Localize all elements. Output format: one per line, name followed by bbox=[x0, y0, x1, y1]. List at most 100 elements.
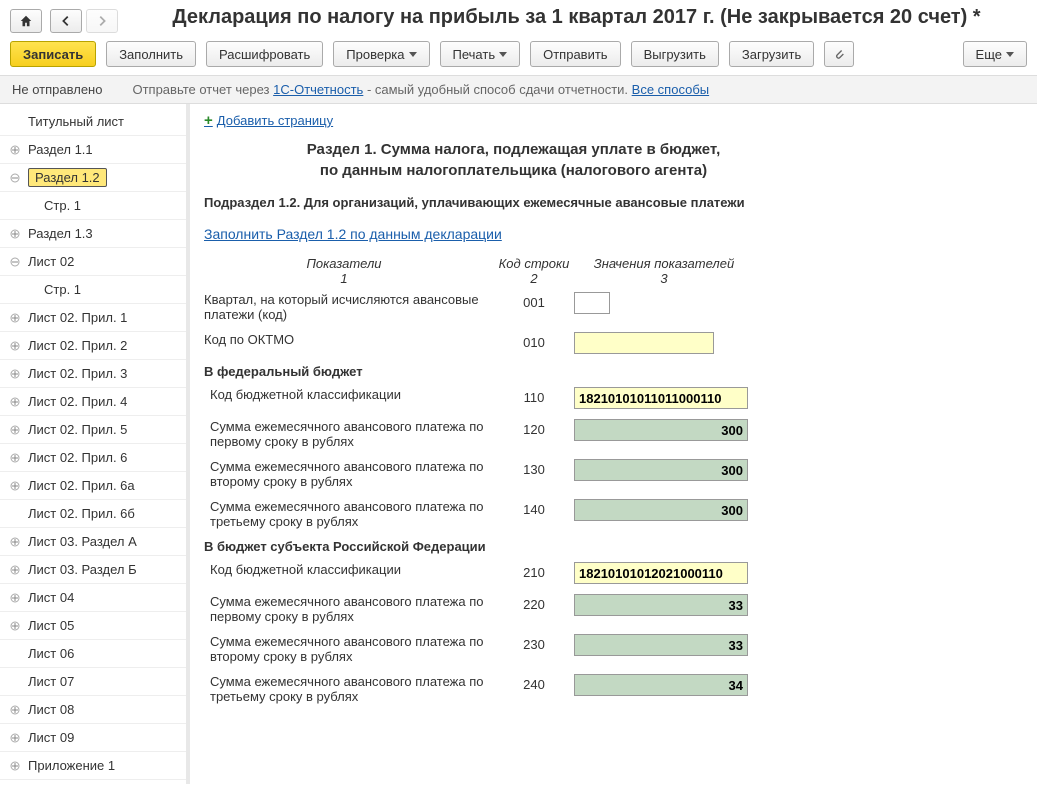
tree-item-label: Лист 02. Прил. 2 bbox=[28, 338, 127, 353]
tree-item-label: Лист 02. Прил. 6а bbox=[28, 478, 135, 493]
tree-item-14[interactable]: Лист 02. Прил. 6б bbox=[0, 500, 186, 528]
tree-item-label: Стр. 1 bbox=[44, 282, 81, 297]
expand-icon bbox=[8, 339, 22, 353]
tree-item-11[interactable]: Лист 02. Прил. 5 bbox=[0, 416, 186, 444]
expand-icon bbox=[8, 563, 22, 577]
tree-item-1[interactable]: Раздел 1.1 bbox=[0, 136, 186, 164]
page-title: Декларация по налогу на прибыль за 1 ква… bbox=[126, 4, 1027, 37]
group-federal: В федеральный бюджет bbox=[204, 364, 924, 379]
fill-button[interactable]: Заполнить bbox=[106, 41, 196, 67]
tree-item-9[interactable]: Лист 02. Прил. 3 bbox=[0, 360, 186, 388]
tree-item-label: Раздел 1.3 bbox=[28, 226, 93, 241]
tree-item-21[interactable]: Лист 08 bbox=[0, 696, 186, 724]
attach-button[interactable] bbox=[824, 41, 854, 67]
tree-item-label: Лист 02 bbox=[28, 254, 74, 269]
forward-button bbox=[86, 9, 118, 33]
send-status: Не отправлено bbox=[12, 82, 102, 97]
tree-item-17[interactable]: Лист 04 bbox=[0, 584, 186, 612]
tree-item-22[interactable]: Лист 09 bbox=[0, 724, 186, 752]
tree-item-label: Стр. 1 bbox=[44, 198, 81, 213]
import-button[interactable]: Загрузить bbox=[729, 41, 814, 67]
expand-icon bbox=[8, 143, 22, 157]
chevron-down-icon bbox=[409, 52, 417, 57]
more-button[interactable]: Еще bbox=[963, 41, 1027, 67]
tree-item-15[interactable]: Лист 03. Раздел А bbox=[0, 528, 186, 556]
expand-icon bbox=[8, 395, 22, 409]
home-icon bbox=[19, 14, 33, 28]
tree-item-8[interactable]: Лист 02. Прил. 2 bbox=[0, 332, 186, 360]
tree-item-2[interactable]: Раздел 1.2 bbox=[0, 164, 186, 192]
print-button[interactable]: Печать bbox=[440, 41, 521, 67]
export-button[interactable]: Выгрузить bbox=[631, 41, 719, 67]
main-content: + Добавить страницу Раздел 1. Сумма нало… bbox=[190, 104, 1037, 784]
tree-item-16[interactable]: Лист 03. Раздел Б bbox=[0, 556, 186, 584]
decode-button[interactable]: Расшифровать bbox=[206, 41, 323, 67]
tree-item-3[interactable]: Стр. 1 bbox=[0, 192, 186, 220]
tree-item-6[interactable]: Стр. 1 bbox=[0, 276, 186, 304]
row-130: Сумма ежемесячного авансового платежа по… bbox=[204, 459, 924, 489]
row-240: Сумма ежемесячного авансового платежа по… bbox=[204, 674, 924, 704]
input-010[interactable] bbox=[574, 332, 714, 354]
link-1c-reporting[interactable]: 1С-Отчетность bbox=[273, 82, 363, 97]
check-button[interactable]: Проверка bbox=[333, 41, 429, 67]
plus-icon: + bbox=[204, 112, 213, 129]
input-210[interactable] bbox=[574, 562, 748, 584]
tree-item-label: Раздел 1.1 bbox=[28, 142, 93, 157]
home-button[interactable] bbox=[10, 9, 42, 33]
tree-item-label: Лист 03. Раздел А bbox=[28, 534, 137, 549]
expand-icon bbox=[8, 535, 22, 549]
send-button[interactable]: Отправить bbox=[530, 41, 620, 67]
row-220: Сумма ежемесячного авансового платежа по… bbox=[204, 594, 924, 624]
tree-item-19[interactable]: Лист 06 bbox=[0, 640, 186, 668]
tree-item-label: Лист 02. Прил. 6б bbox=[28, 506, 135, 521]
add-page-link[interactable]: + Добавить страницу bbox=[204, 112, 333, 129]
tree-item-label: Лист 02. Прил. 6 bbox=[28, 450, 127, 465]
group-subject: В бюджет субъекта Российской Федерации bbox=[204, 539, 924, 554]
subsection-heading: Подраздел 1.2. Для организаций, уплачива… bbox=[204, 195, 1023, 210]
arrow-left-icon bbox=[59, 14, 73, 28]
tree-item-12[interactable]: Лист 02. Прил. 6 bbox=[0, 444, 186, 472]
input-130[interactable] bbox=[574, 459, 748, 481]
tree-item-5[interactable]: Лист 02 bbox=[0, 248, 186, 276]
link-all-methods[interactable]: Все способы bbox=[632, 82, 709, 97]
tree-item-label: Лист 09 bbox=[28, 730, 74, 745]
tree-item-label: Лист 02. Прил. 5 bbox=[28, 422, 127, 437]
section-heading-line2: по данным налогоплательщика (налогового … bbox=[244, 160, 783, 181]
tree-item-18[interactable]: Лист 05 bbox=[0, 612, 186, 640]
tree-item-23[interactable]: Приложение 1 bbox=[0, 752, 186, 780]
tree-item-label: Титульный лист bbox=[28, 114, 124, 129]
input-120[interactable] bbox=[574, 419, 748, 441]
back-button[interactable] bbox=[50, 9, 82, 33]
chevron-down-icon bbox=[1006, 52, 1014, 57]
tree-item-label: Раздел 1.2 bbox=[28, 168, 107, 187]
input-110[interactable] bbox=[574, 387, 748, 409]
expand-icon bbox=[8, 479, 22, 493]
write-button[interactable]: Записать bbox=[10, 41, 96, 67]
collapse-icon bbox=[8, 171, 22, 185]
tree-item-label: Лист 05 bbox=[28, 618, 74, 633]
tree-item-10[interactable]: Лист 02. Прил. 4 bbox=[0, 388, 186, 416]
tree-item-label: Лист 02. Прил. 3 bbox=[28, 366, 127, 381]
expand-icon bbox=[8, 311, 22, 325]
tree-item-0[interactable]: Титульный лист bbox=[0, 108, 186, 136]
tree-item-4[interactable]: Раздел 1.3 bbox=[0, 220, 186, 248]
row-010: Код по ОКТМО 010 bbox=[204, 332, 924, 354]
row-110: Код бюджетной классификации 110 bbox=[204, 387, 924, 409]
tree-item-label: Лист 02. Прил. 1 bbox=[28, 310, 127, 325]
tree-item-20[interactable]: Лист 07 bbox=[0, 668, 186, 696]
input-230[interactable] bbox=[574, 634, 748, 656]
input-140[interactable] bbox=[574, 499, 748, 521]
input-220[interactable] bbox=[574, 594, 748, 616]
input-240[interactable] bbox=[574, 674, 748, 696]
sidebar-tree[interactable]: Титульный лист Раздел 1.1 Раздел 1.2 Стр. 1… bbox=[0, 104, 190, 784]
expand-icon bbox=[8, 703, 22, 717]
tree-item-label: Приложение 1 bbox=[28, 758, 115, 773]
tree-item-13[interactable]: Лист 02. Прил. 6а bbox=[0, 472, 186, 500]
expand-icon bbox=[8, 451, 22, 465]
tree-item-label: Лист 07 bbox=[28, 674, 74, 689]
paperclip-icon bbox=[832, 47, 846, 61]
tree-item-label: Лист 02. Прил. 4 bbox=[28, 394, 127, 409]
tree-item-7[interactable]: Лист 02. Прил. 1 bbox=[0, 304, 186, 332]
input-001[interactable] bbox=[574, 292, 610, 314]
fill-section-link[interactable]: Заполнить Раздел 1.2 по данным деклараци… bbox=[204, 226, 502, 242]
